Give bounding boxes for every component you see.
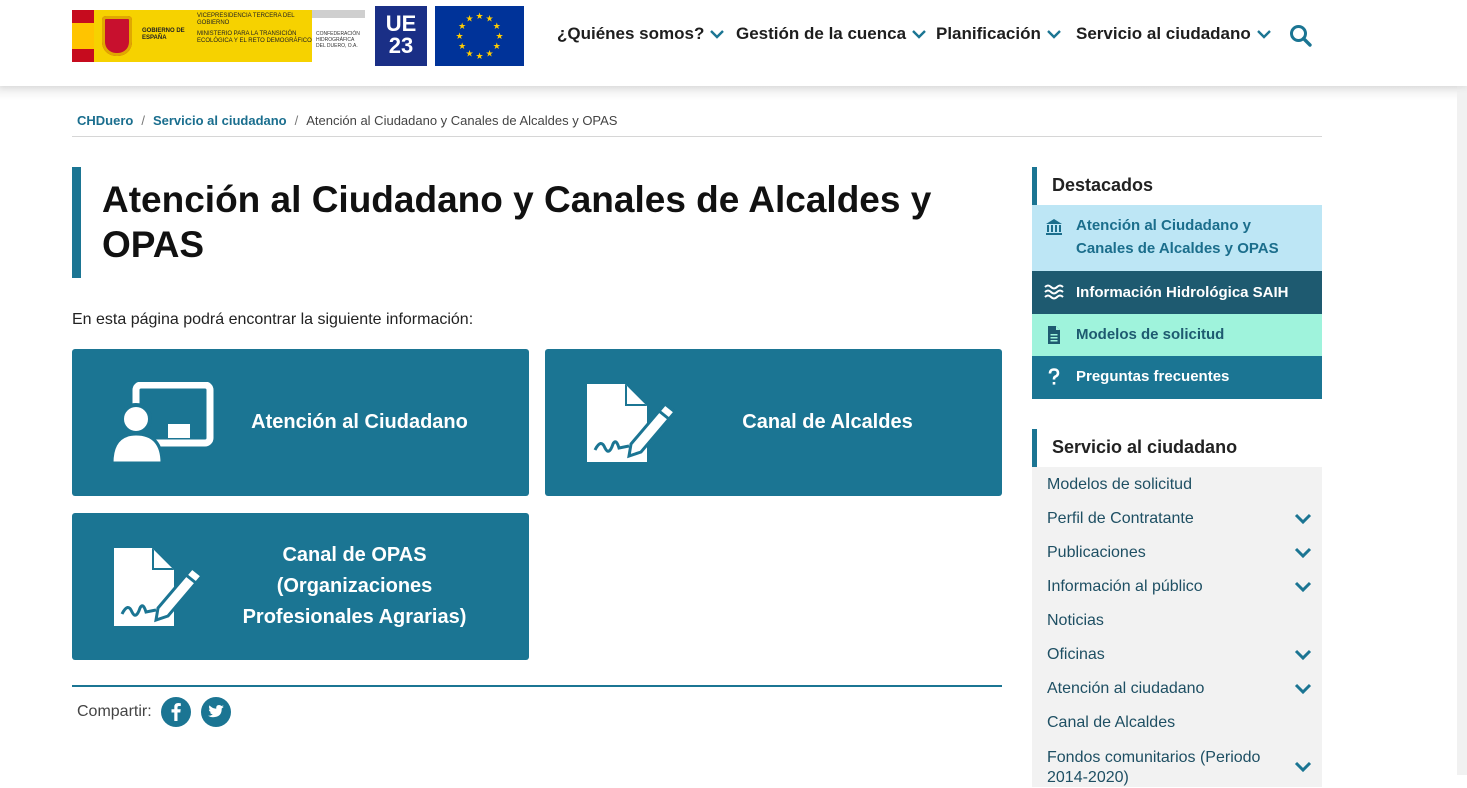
facebook-icon: [171, 703, 181, 721]
flag-stripe: [72, 10, 94, 62]
eu-star: ★: [458, 41, 466, 51]
page-title: Atención al Ciudadano y Canales de Alcal…: [102, 179, 932, 265]
twitter-icon: [208, 705, 224, 718]
menu-item-publicaciones[interactable]: Publicaciones: [1047, 544, 1146, 562]
breadcrumb-divider: [72, 136, 1322, 137]
eu-star: ★: [455, 31, 463, 41]
chevron-down-icon: [710, 30, 725, 39]
card-label: Atención al Ciudadano: [251, 411, 468, 433]
share-divider: [72, 685, 1002, 687]
chevron-down-icon[interactable]: [1294, 513, 1312, 525]
eu-star: ★: [495, 31, 503, 41]
chevron-down-icon: [912, 30, 926, 39]
breadcrumb: CHDuero / Servicio al ciudadano / Atención a…: [77, 113, 618, 128]
eu-star: ★: [475, 51, 483, 61]
eu-star: ★: [465, 14, 473, 24]
chevron-down-icon: [1047, 30, 1061, 39]
site-header: GOBIERNO DE ESPAÑA VICEPRESIDENCIA TERCE…: [0, 0, 1467, 86]
eu-star: ★: [493, 21, 501, 31]
card-atencion-ciudadano[interactable]: Atención al Ciudadano: [72, 349, 529, 496]
water-icon: [1044, 284, 1064, 300]
search-icon: [1290, 25, 1312, 47]
chevron-down-icon[interactable]: [1294, 581, 1312, 593]
eu-flag-icon: ★ ★ ★ ★ ★ ★ ★ ★ ★ ★ ★ ★: [435, 6, 524, 66]
intro-text: En esta página podrá encontrar la siguie…: [72, 311, 474, 328]
menu-item-oficinas[interactable]: Oficinas: [1047, 646, 1105, 664]
menu-item-fondos-comunitarios[interactable]: Fondos comunitarios (Periodo 2014-2020): [1047, 748, 1277, 788]
chevron-down-icon: [1256, 30, 1271, 39]
menu-item-informacion-publico[interactable]: Información al público: [1047, 578, 1203, 596]
breadcrumb-home-link[interactable]: CHDuero: [77, 113, 133, 128]
menu-item-modelos-solicitud[interactable]: Modelos de solicitud: [1047, 476, 1192, 494]
menu-item-canal-alcaldes[interactable]: Canal de Alcaldes: [1047, 714, 1175, 732]
ue23-logo[interactable]: UE 23: [375, 6, 427, 66]
eu-star: ★: [485, 48, 493, 58]
destacado-preguntas-frecuentes[interactable]: Preguntas frecuentes: [1032, 356, 1322, 399]
menu-item-noticias[interactable]: Noticias: [1047, 612, 1104, 630]
chevron-down-icon[interactable]: [1294, 649, 1312, 661]
search-button[interactable]: [1288, 23, 1314, 49]
eu-star: ★: [493, 41, 501, 51]
card-canal-alcaldes[interactable]: Canal de Alcaldes: [545, 349, 1002, 496]
coat-of-arms-icon: [102, 16, 132, 56]
institution-icon: [1046, 219, 1062, 235]
menu-item-perfil-contratante[interactable]: Perfil de Contratante: [1047, 510, 1194, 528]
nav-gestion-cuenca[interactable]: Gestión de la cuenca: [736, 24, 926, 48]
document-sign-icon: [114, 548, 205, 626]
nav-servicio-ciudadano[interactable]: Servicio al ciudadano: [1076, 24, 1271, 48]
servicio-heading: Servicio al ciudadano: [1032, 429, 1322, 467]
card-label: Canal de Alcaldes: [742, 411, 913, 433]
file-icon: [1048, 326, 1060, 344]
destacado-saih[interactable]: Información Hidrológica SAIH: [1032, 271, 1322, 314]
eu-star: ★: [475, 11, 483, 21]
menu-item-atencion-ciudadano[interactable]: Atención al ciudadano: [1047, 680, 1204, 698]
card-label: Canal de OPAS (Organizaciones Profesiona…: [242, 544, 467, 628]
breadcrumb-current: Atención al Ciudadano y Canales de Alcal…: [306, 113, 618, 128]
citizen-icon: [112, 382, 214, 464]
page-scrollbar[interactable]: [1457, 0, 1467, 775]
chevron-down-icon[interactable]: [1294, 761, 1312, 773]
card-canal-opas[interactable]: Canal de OPAS (Organizaciones Profesiona…: [72, 513, 529, 660]
title-accent-bar: [72, 167, 81, 278]
nav-planificacion[interactable]: Planificación: [936, 24, 1061, 48]
facebook-share-button[interactable]: [161, 697, 191, 727]
gov-logo-text-2: VICEPRESIDENCIA TERCERA DEL GOBIERNO MIN…: [197, 13, 312, 44]
twitter-share-button[interactable]: [201, 697, 231, 727]
share-label: Compartir:: [77, 703, 152, 720]
eu-star: ★: [465, 48, 473, 58]
destacado-modelos-solicitud[interactable]: Modelos de solicitud: [1032, 314, 1322, 356]
gov-logo-text-4: CONFEDERACIÓN HIDROGRÁFICA DEL DUERO, O.…: [316, 31, 360, 49]
chevron-down-icon[interactable]: [1294, 683, 1312, 695]
document-sign-icon: [587, 384, 678, 462]
nav-quienes-somos[interactable]: ¿Quiénes somos?: [557, 24, 725, 48]
government-logo[interactable]: GOBIERNO DE ESPAÑA VICEPRESIDENCIA TERCE…: [72, 10, 365, 62]
destacados-heading: Destacados: [1032, 167, 1322, 205]
gov-logo-text-1: GOBIERNO DE ESPAÑA: [142, 28, 185, 41]
question-icon: [1048, 368, 1060, 385]
breadcrumb-servicio-link[interactable]: Servicio al ciudadano: [153, 113, 287, 128]
chevron-down-icon[interactable]: [1294, 547, 1312, 559]
destacado-atencion-ciudadano[interactable]: Atención al Ciudadano y Canales de Alcal…: [1032, 205, 1322, 271]
